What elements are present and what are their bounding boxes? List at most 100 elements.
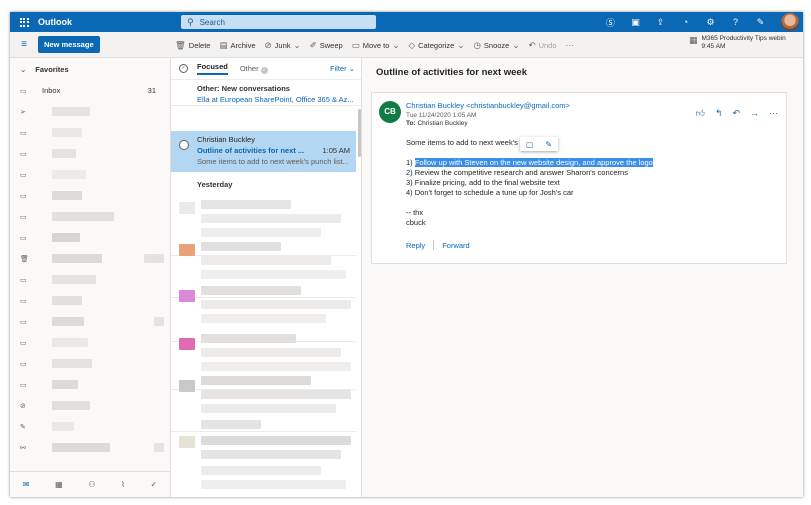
todo-icon[interactable]: ✓ [150,480,157,489]
delete-button[interactable]: 🗑 Delete [175,40,210,51]
help-icon[interactable]: ? [723,17,748,27]
more-actions-button[interactable]: ··· [566,40,575,50]
snooze-button[interactable]: ◷ Snooze ⌄ [473,40,519,51]
search-icon: ⚲ [187,16,194,27]
tab-focused[interactable]: Focused [197,62,228,75]
message-preview: Some items to add to next week's punch l… [197,157,349,166]
attachment-icon[interactable]: ⌇ [121,480,125,489]
message-from: Christian Buckley [197,135,255,144]
other-conversations-notice[interactable]: Other: New conversations Ella at Europea… [171,80,361,106]
redacted-label [52,380,78,389]
skype-icon[interactable]: Ⓢ [598,16,623,29]
share-icon[interactable]: ⇪ [648,17,673,28]
list-item[interactable] [171,414,356,489]
more-icon[interactable]: ··· [769,108,778,119]
reply-all-icon[interactable]: ↶ [732,108,740,119]
redacted-avatar [179,338,195,350]
folder-item[interactable]: ▭ [10,227,170,248]
folder-drafts[interactable]: ✎ [10,416,170,437]
email-date: Tue 11/24/2020 1:05 AM [406,112,477,119]
archive-button[interactable]: ▤ Archive [219,40,255,51]
reply-icon[interactable]: ↰ [715,108,723,119]
app-title[interactable]: Outlook [38,17,178,27]
folder-item[interactable]: ▭ [10,164,170,185]
redacted-text [201,450,341,459]
email-body[interactable]: Some items to add to next week's: 1) Fol… [406,138,653,228]
folder-item[interactable]: ▭ [10,353,170,374]
sender-avatar[interactable]: CB [379,101,401,123]
feedback-icon[interactable]: ✎ [748,17,773,28]
sender-name[interactable]: Christian Buckley <christianbuckley@gmai… [406,101,570,110]
reply-button[interactable]: Reply [406,241,425,250]
redacted-avatar [179,244,195,256]
folder-item[interactable]: ▭ [10,311,170,332]
folder-groups[interactable]: ⚯ [10,437,170,458]
filter-button[interactable]: Filter ⌄ [330,64,355,73]
teams-icon[interactable]: ▣ [623,17,648,28]
junk-button[interactable]: ⊘ Junk ⌄ [265,40,301,51]
redacted-text [201,214,341,223]
top-bar: Outlook ⚲ Search Ⓢ ▣ ⇪ ◔ ⚙ ? ✎ [10,12,803,32]
new-message-button[interactable]: New message [38,36,100,53]
sweep-button[interactable]: ✐ Sweep [310,40,343,51]
folder-item[interactable]: ▭ [10,332,170,353]
favorites-header[interactable]: ⌄ Favorites [10,58,170,80]
folder-item[interactable]: ▭ [10,185,170,206]
redacted-label [52,149,76,158]
select-all-icon[interactable]: ✓ [179,64,188,73]
folder-icon: ▭ [20,150,27,158]
email-recipients: To: Christian Buckley [406,120,468,127]
redacted-text [201,270,346,279]
message-actions: 👍︎ ↰ ↶ → ··· [696,108,779,119]
move-to-button[interactable]: ▭ Move to ⌄ [352,40,400,51]
folder-deleted[interactable]: 🗑 [10,248,170,269]
folder-icon: ▭ [20,129,27,137]
redacted-label [52,107,90,116]
undo-button[interactable]: ↶ Undo [528,40,556,51]
folder-icon: ▭ [20,297,27,305]
module-switcher: ✉ ▦ ⚇ ⌇ ✓ [10,471,170,497]
chevron-down-icon: ⌄ [20,64,27,74]
folder-icon: ▭ [20,171,27,179]
folder-icon: ▭ [20,276,27,284]
notifications-icon[interactable]: ◔ [673,17,698,27]
folder-item[interactable]: ▭ [10,122,170,143]
folder-item[interactable]: ▭ [10,269,170,290]
folder-blocked[interactable]: ⊘ [10,395,170,416]
search-input[interactable]: ⚲ Search [181,15,376,29]
folder-item[interactable]: ▭ [10,374,170,395]
calendar-icon[interactable]: ▦ [55,480,63,489]
redacted-text [201,348,341,357]
categorize-button[interactable]: ◇ Categorize ⌄ [409,40,465,51]
forward-button[interactable]: Forward [442,241,470,250]
list-item-selected[interactable]: Christian Buckley Outline of activities … [171,131,356,172]
upcoming-event[interactable]: ▦ M365 Productivity Tips webin 9:45 AM [689,35,797,51]
hamburger-icon[interactable]: ≡ [10,39,38,50]
select-message-radio[interactable] [179,140,189,150]
highlighter-icon[interactable]: ✎ [545,140,552,149]
folder-item[interactable]: ▭ [10,143,170,164]
folder-inbox[interactable]: ▭ Inbox 31 [10,80,170,101]
folder-item[interactable]: ▭ [10,290,170,311]
forward-icon[interactable]: → [750,108,759,119]
folder-sent[interactable]: ➢ [10,101,170,122]
avatar[interactable] [781,13,799,31]
comment-icon[interactable]: ▢ [526,140,534,149]
groups-icon: ⚯ [20,444,26,452]
like-icon[interactable]: 👍︎ [696,108,705,119]
redacted-text [201,300,351,309]
folder-item[interactable]: ▭ [10,206,170,227]
tab-other[interactable]: Other i [240,64,268,74]
redacted-text [201,466,321,475]
people-icon[interactable]: ⚇ [88,480,95,489]
redacted-text [201,436,351,445]
gear-icon[interactable]: ⚙ [698,17,723,28]
redacted-label [52,170,86,179]
app-launcher-icon[interactable] [10,12,38,32]
event-time: 9:45 AM [701,43,726,50]
redacted-text [201,480,346,489]
message-subject: Outline of activities for next ... [197,146,305,155]
redacted-label [52,443,110,452]
scrollbar[interactable] [358,109,361,157]
mail-icon[interactable]: ✉ [23,480,30,489]
